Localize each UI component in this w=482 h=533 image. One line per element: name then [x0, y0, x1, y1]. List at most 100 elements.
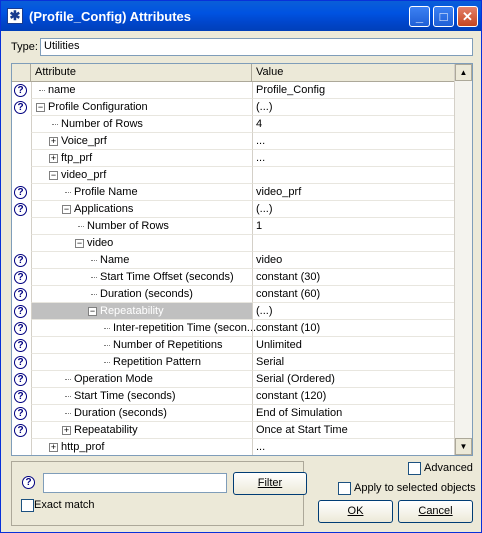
help-icon[interactable]: ?: [14, 271, 27, 284]
table-row[interactable]: ? Repetition Pattern Serial: [12, 354, 456, 371]
table-row[interactable]: ? Duration (seconds) End of Simulation: [12, 405, 456, 422]
help-icon[interactable]: ?: [14, 424, 27, 437]
table-row[interactable]: ? − Profile Configuration (...): [12, 99, 456, 116]
collapse-icon[interactable]: −: [88, 307, 97, 316]
maximize-icon[interactable]: □: [433, 6, 454, 27]
table-row[interactable]: Number of Rows 4: [12, 116, 456, 133]
value-cell[interactable]: (...): [252, 201, 456, 218]
help-icon[interactable]: ?: [14, 288, 27, 301]
vertical-scrollbar[interactable]: ▲ ▼: [454, 64, 472, 455]
value-cell[interactable]: Profile_Config: [252, 82, 456, 99]
attribute-cell[interactable]: Inter-repetition Time (secon...: [31, 320, 256, 337]
attribute-cell[interactable]: Number of Repetitions: [31, 337, 252, 354]
table-row[interactable]: Number of Rows 1: [12, 218, 456, 235]
advanced-checkbox[interactable]: [408, 462, 421, 475]
value-cell[interactable]: 4: [252, 116, 456, 133]
cancel-button[interactable]: Cancel: [398, 500, 473, 523]
value-cell[interactable]: [252, 167, 456, 184]
table-row[interactable]: ? − Applications (...): [12, 201, 456, 218]
filter-input[interactable]: [43, 473, 227, 493]
value-cell[interactable]: ...: [252, 150, 456, 167]
value-cell[interactable]: ...: [252, 133, 456, 150]
value-cell[interactable]: constant (30): [252, 269, 456, 286]
value-cell[interactable]: (...): [252, 303, 456, 320]
collapse-icon[interactable]: −: [75, 239, 84, 248]
attribute-cell[interactable]: − Repeatability: [31, 303, 252, 320]
attribute-cell[interactable]: − video: [31, 235, 252, 252]
filter-button[interactable]: Filter: [233, 472, 307, 495]
value-cell[interactable]: constant (120): [252, 388, 456, 405]
expand-icon[interactable]: +: [49, 443, 58, 452]
attribute-cell[interactable]: + Repeatability: [31, 422, 252, 439]
attribute-cell[interactable]: − Applications: [31, 201, 252, 218]
table-row[interactable]: ? Duration (seconds) constant (60): [12, 286, 456, 303]
table-row[interactable]: + ftp_prf...: [12, 150, 456, 167]
column-header-attribute[interactable]: Attribute: [31, 64, 252, 81]
value-cell[interactable]: constant (60): [252, 286, 456, 303]
table-row[interactable]: ? Profile Name video_prf: [12, 184, 456, 201]
value-cell[interactable]: constant (10): [252, 320, 456, 337]
table-row[interactable]: ? Operation Mode Serial (Ordered): [12, 371, 456, 388]
value-cell[interactable]: (...): [252, 99, 456, 116]
help-icon[interactable]: ?: [14, 101, 27, 114]
table-row[interactable]: − video_prf: [12, 167, 456, 184]
attribute-cell[interactable]: − video_prf: [31, 167, 252, 184]
value-cell[interactable]: ...: [252, 439, 456, 455]
help-icon[interactable]: ?: [14, 407, 27, 420]
type-field[interactable]: Utilities: [40, 38, 473, 56]
scroll-up-icon[interactable]: ▲: [455, 64, 472, 81]
help-icon[interactable]: ?: [22, 476, 35, 489]
collapse-icon[interactable]: −: [36, 103, 45, 112]
scroll-down-icon[interactable]: ▼: [455, 438, 472, 455]
help-icon[interactable]: ?: [14, 339, 27, 352]
title-bar[interactable]: ✱ (Profile_Config) Attributes _ □ ✕: [1, 1, 481, 31]
help-icon[interactable]: ?: [14, 305, 27, 318]
table-row[interactable]: ? Start Time (seconds) constant (120): [12, 388, 456, 405]
expand-icon[interactable]: +: [49, 137, 58, 146]
attribute-cell[interactable]: Operation Mode: [31, 371, 252, 388]
help-icon[interactable]: ?: [14, 254, 27, 267]
table-row[interactable]: ? Start Time Offset (seconds) constant (30…: [12, 269, 456, 286]
attribute-cell[interactable]: + ftp_prf: [31, 150, 252, 167]
attribute-cell[interactable]: Number of Rows: [31, 116, 252, 133]
ok-button[interactable]: OK: [318, 500, 393, 523]
table-row[interactable]: ? name Profile_Config: [12, 82, 456, 99]
table-row[interactable]: + Voice_prf...: [12, 133, 456, 150]
expand-icon[interactable]: +: [62, 426, 71, 435]
value-cell[interactable]: video: [252, 252, 456, 269]
value-cell[interactable]: Serial: [252, 354, 456, 371]
help-icon[interactable]: ?: [14, 390, 27, 403]
attribute-cell[interactable]: Profile Name: [31, 184, 252, 201]
attribute-cell[interactable]: Number of Rows: [31, 218, 252, 235]
value-cell[interactable]: Unlimited: [252, 337, 456, 354]
value-cell[interactable]: 1: [252, 218, 456, 235]
value-cell[interactable]: End of Simulation: [252, 405, 456, 422]
value-cell[interactable]: Once at Start Time: [252, 422, 456, 439]
attribute-cell[interactable]: − Profile Configuration: [31, 99, 252, 116]
attribute-cell[interactable]: Duration (seconds): [31, 405, 252, 422]
value-cell[interactable]: [252, 235, 456, 252]
attribute-cell[interactable]: Repetition Pattern: [31, 354, 252, 371]
attribute-cell[interactable]: Start Time Offset (seconds): [31, 269, 252, 286]
close-icon[interactable]: ✕: [457, 6, 478, 27]
help-icon[interactable]: ?: [14, 356, 27, 369]
attribute-cell[interactable]: + http_prof: [31, 439, 252, 455]
column-header-value[interactable]: Value: [252, 64, 456, 81]
apply-selected-checkbox[interactable]: [338, 482, 351, 495]
table-row[interactable]: + http_prof...: [12, 439, 456, 455]
help-icon[interactable]: ?: [14, 373, 27, 386]
value-cell[interactable]: Serial (Ordered): [252, 371, 456, 388]
help-icon[interactable]: ?: [14, 203, 27, 216]
expand-icon[interactable]: +: [49, 154, 58, 163]
attribute-cell[interactable]: Duration (seconds): [31, 286, 252, 303]
minimize-icon[interactable]: _: [409, 6, 430, 27]
table-row[interactable]: ? Number of Repetitions Unlimited: [12, 337, 456, 354]
help-icon[interactable]: ?: [14, 186, 27, 199]
help-icon[interactable]: ?: [14, 322, 27, 335]
attribute-cell[interactable]: Name: [31, 252, 252, 269]
collapse-icon[interactable]: −: [62, 205, 71, 214]
attribute-cell[interactable]: Start Time (seconds): [31, 388, 252, 405]
attribute-cell[interactable]: name: [31, 82, 252, 99]
collapse-icon[interactable]: −: [49, 171, 58, 180]
table-row[interactable]: − video: [12, 235, 456, 252]
